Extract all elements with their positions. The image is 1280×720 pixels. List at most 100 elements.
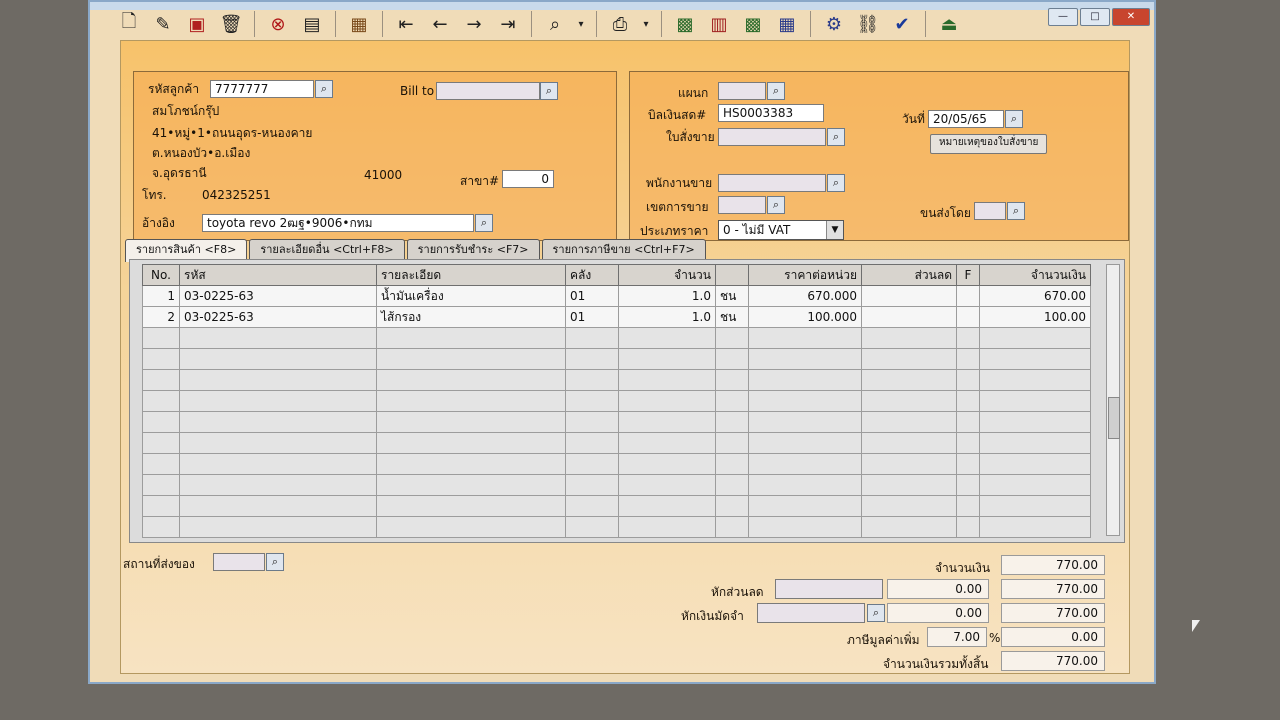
link-icon[interactable]: ⛓ — [853, 9, 883, 39]
minimize-button[interactable]: — — [1048, 8, 1078, 26]
date-field[interactable]: 20/05/65 — [928, 110, 1004, 128]
grid-scrollbar[interactable] — [1106, 264, 1120, 536]
col-amount[interactable]: จำนวนเงิน — [979, 264, 1091, 286]
empty-row[interactable] — [142, 516, 1091, 538]
empty-row[interactable] — [142, 453, 1091, 475]
discount-input[interactable] — [775, 579, 883, 599]
row-desc[interactable]: น้ำมันเครื่อง — [376, 285, 566, 307]
col-desc[interactable]: รายละเอียด — [376, 264, 566, 286]
invoice-field[interactable]: HS0003383 — [718, 104, 824, 122]
scrollbar-thumb[interactable] — [1108, 397, 1120, 439]
row-warehouse[interactable]: 01 — [565, 306, 619, 328]
col-no[interactable]: No. — [142, 264, 180, 286]
chevron-down-icon[interactable]: ▾ — [574, 9, 588, 39]
print-preview-icon[interactable]: ▦ — [344, 9, 374, 39]
report2-icon[interactable]: ▥ — [704, 9, 734, 39]
row-desc[interactable]: ไส้กรอง — [376, 306, 566, 328]
row-warehouse[interactable]: 01 — [565, 285, 619, 307]
col-warehouse[interactable]: คลัง — [565, 264, 619, 286]
table-row[interactable]: 2 03-0225-63 ไส้กรอง 01 1.0 ชน 100.000 1… — [142, 306, 1091, 328]
row-price[interactable]: 100.000 — [748, 306, 862, 328]
row-f[interactable] — [956, 285, 980, 307]
col-discount[interactable]: ส่วนลด — [861, 264, 957, 286]
prev-icon[interactable]: ← — [425, 9, 455, 39]
ship-place-field[interactable] — [213, 553, 265, 571]
sales-area-search-icon[interactable]: ⌕ — [767, 196, 785, 214]
report1-icon[interactable]: ▩ — [670, 9, 700, 39]
delete-icon[interactable]: ▣ — [182, 9, 212, 39]
row-discount[interactable] — [861, 285, 957, 307]
next-icon[interactable]: → — [459, 9, 489, 39]
edit-icon[interactable]: ✎ — [148, 9, 178, 39]
customer-code-field[interactable]: 7777777 — [210, 80, 314, 98]
col-unit[interactable] — [715, 264, 749, 286]
vat-rate-field[interactable]: 7.00 — [927, 627, 987, 647]
calendar-icon[interactable]: ⌕ — [1005, 110, 1023, 128]
billto-search-icon[interactable]: ⌕ — [540, 82, 558, 100]
row-qty[interactable]: 1.0 — [618, 306, 716, 328]
row-amount[interactable]: 100.00 — [979, 306, 1091, 328]
empty-row[interactable] — [142, 474, 1091, 496]
customer-search-icon[interactable]: ⌕ — [315, 80, 333, 98]
ship-place-search-icon[interactable]: ⌕ — [266, 553, 284, 571]
col-qty[interactable]: จำนวน — [618, 264, 716, 286]
empty-row[interactable] — [142, 390, 1091, 412]
row-code[interactable]: 03-0225-63 — [179, 306, 377, 328]
col-f[interactable]: F — [956, 264, 980, 286]
chevron-down-icon[interactable]: ▼ — [826, 221, 843, 239]
table-row[interactable]: 1 03-0225-63 น้ำมันเครื่อง 01 1.0 ชน 670… — [142, 285, 1091, 307]
salesman-search-icon[interactable]: ⌕ — [827, 174, 845, 192]
tab-payments[interactable]: รายการรับชำระ <F7> — [406, 239, 540, 260]
tools-icon[interactable]: ⚙ — [819, 9, 849, 39]
row-unit[interactable]: ชน — [715, 306, 749, 328]
save-icon[interactable]: ▤ — [297, 9, 327, 39]
row-code[interactable]: 03-0225-63 — [179, 285, 377, 307]
empty-row[interactable] — [142, 411, 1091, 433]
row-price[interactable]: 670.000 — [748, 285, 862, 307]
empty-row[interactable] — [142, 369, 1091, 391]
report3-icon[interactable]: ▩ — [738, 9, 768, 39]
salesman-field[interactable] — [718, 174, 826, 192]
row-f[interactable] — [956, 306, 980, 328]
sales-order-search-icon[interactable]: ⌕ — [827, 128, 845, 146]
row-no[interactable]: 1 — [142, 285, 180, 307]
close-button[interactable]: ✕ — [1112, 8, 1150, 26]
billto-field[interactable] — [436, 82, 540, 100]
price-type-select[interactable]: 0 - ไม่มี VAT ▼ — [718, 220, 844, 240]
chevron-down-icon[interactable]: ▾ — [639, 9, 653, 39]
tab-other-details[interactable]: รายละเอียดอื่น <Ctrl+F8> — [249, 239, 405, 260]
sales-order-field[interactable] — [718, 128, 826, 146]
shipping-search-icon[interactable]: ⌕ — [1007, 202, 1025, 220]
shipping-field[interactable] — [974, 202, 1006, 220]
branch-field[interactable]: 0 — [502, 170, 554, 188]
maximize-button[interactable]: □ — [1080, 8, 1110, 26]
reference-field[interactable]: toyota revo 2ฒฐ•9006•กทม — [202, 214, 474, 232]
report4-icon[interactable]: ▦ — [772, 9, 802, 39]
empty-row[interactable] — [142, 495, 1091, 517]
printer-icon[interactable]: ⎙ — [605, 9, 635, 39]
department-search-icon[interactable]: ⌕ — [767, 82, 785, 100]
row-no[interactable]: 2 — [142, 306, 180, 328]
row-qty[interactable]: 1.0 — [618, 285, 716, 307]
trash-icon[interactable]: 🗑 — [216, 9, 246, 39]
ok-icon[interactable]: ✔ — [887, 9, 917, 39]
search-doc-icon[interactable]: ⌕ — [540, 9, 570, 39]
sales-area-field[interactable] — [718, 196, 766, 214]
row-unit[interactable]: ชน — [715, 285, 749, 307]
tab-sales-tax[interactable]: รายการภาษีขาย <Ctrl+F7> — [541, 239, 706, 260]
empty-row[interactable] — [142, 432, 1091, 454]
row-amount[interactable]: 670.00 — [979, 285, 1091, 307]
exit-icon[interactable]: ⏏ — [934, 9, 964, 39]
empty-row[interactable] — [142, 348, 1091, 370]
deposit-search-icon[interactable]: ⌕ — [867, 604, 885, 622]
col-unit-price[interactable]: ราคาต่อหน่วย — [748, 264, 862, 286]
row-discount[interactable] — [861, 306, 957, 328]
deposit-input[interactable] — [757, 603, 865, 623]
sales-order-note-button[interactable]: หมายเหตุของใบสั่งขาย — [930, 134, 1048, 154]
department-field[interactable] — [718, 82, 766, 100]
col-code[interactable]: รหัส — [179, 264, 377, 286]
cancel-icon[interactable]: ⊗ — [263, 9, 293, 39]
last-icon[interactable]: ⇥ — [493, 9, 523, 39]
empty-row[interactable] — [142, 327, 1091, 349]
new-icon[interactable]: 🗋 — [114, 9, 144, 39]
